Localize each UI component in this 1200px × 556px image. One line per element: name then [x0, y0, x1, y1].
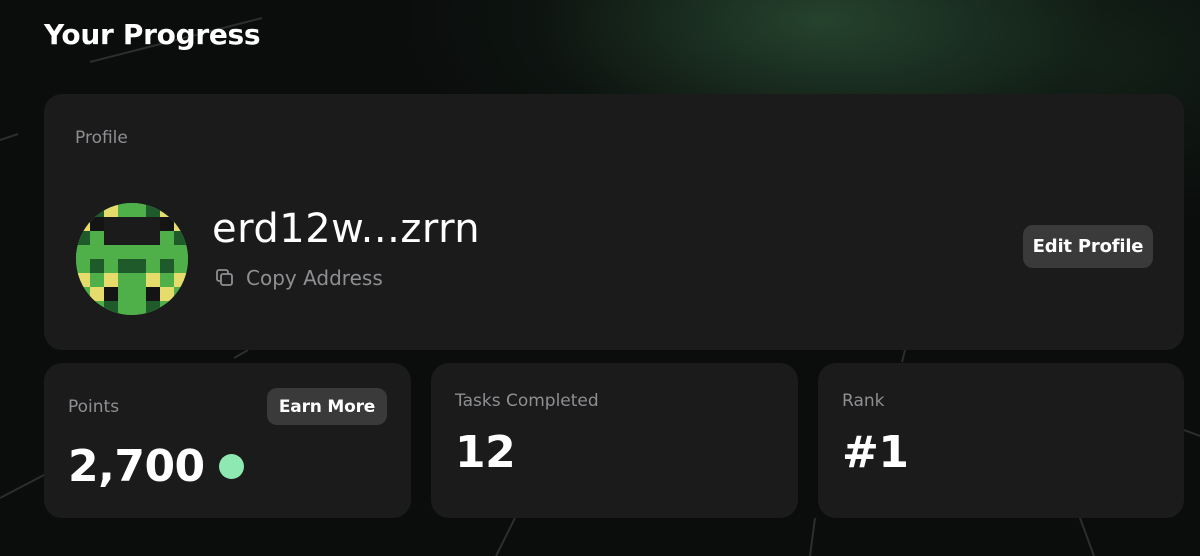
rank-label: Rank [842, 391, 885, 411]
username: erd12w...zrrn [212, 206, 481, 252]
points-value-row: 2,700 [68, 441, 244, 492]
profile-label: Profile [75, 128, 128, 148]
avatar [76, 203, 188, 315]
points-value: 2,700 [68, 441, 205, 492]
points-card: Points Earn More 2,700 [44, 363, 411, 518]
copy-address-label: Copy Address [246, 266, 383, 290]
rank-value: #1 [842, 427, 909, 478]
tasks-label: Tasks Completed [455, 391, 599, 411]
earn-more-button[interactable]: Earn More [267, 388, 387, 425]
tasks-card: Tasks Completed 12 [431, 363, 798, 518]
profile-card: Profile erd12w...zrrn Copy Address Edit … [44, 94, 1184, 350]
page-title: Your Progress [44, 18, 261, 51]
points-label: Points [68, 397, 120, 417]
edit-profile-button[interactable]: Edit Profile [1023, 225, 1153, 268]
rank-card: Rank #1 [818, 363, 1184, 518]
points-dot-icon [218, 454, 244, 479]
tasks-value: 12 [455, 427, 516, 478]
copy-icon [214, 267, 236, 289]
copy-address-button[interactable]: Copy Address [214, 266, 383, 290]
